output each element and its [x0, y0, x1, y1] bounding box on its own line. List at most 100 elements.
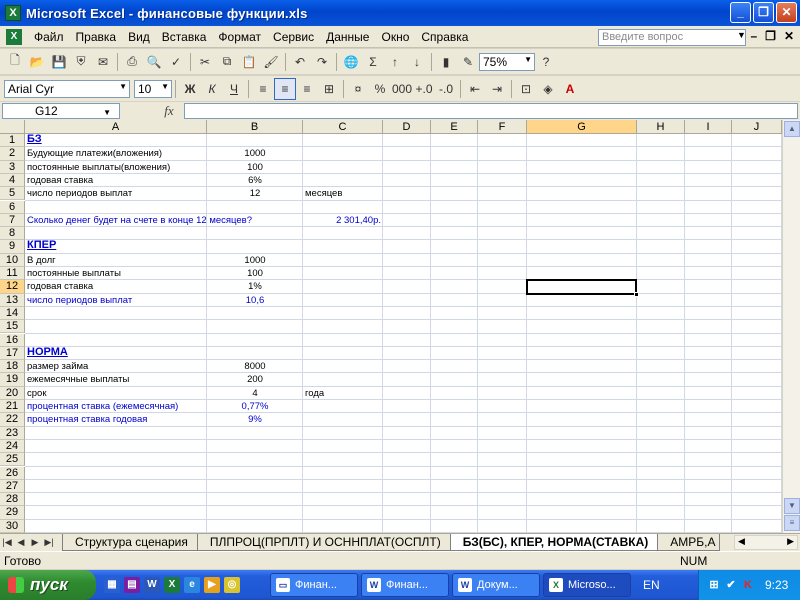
menu-format[interactable]: Формат: [212, 27, 267, 47]
chart-wizard-icon[interactable]: ▮: [435, 51, 457, 73]
internet-explorer-icon[interactable]: e: [184, 577, 200, 593]
cell-a20[interactable]: срок: [27, 387, 205, 400]
task-excel[interactable]: X Microso...: [543, 573, 631, 597]
select-all-corner[interactable]: [0, 120, 25, 134]
open-icon[interactable]: 📂: [26, 51, 48, 73]
currency-icon[interactable]: ¤: [347, 78, 369, 100]
cut-icon[interactable]: ✂: [194, 51, 216, 73]
language-indicator[interactable]: EN: [643, 578, 660, 592]
menu-help[interactable]: Справка: [415, 27, 474, 47]
next-sheet-icon[interactable]: ▶: [28, 537, 42, 548]
row-header[interactable]: 5: [0, 187, 25, 201]
row-header[interactable]: 26: [0, 466, 25, 480]
row-header[interactable]: 7: [0, 213, 25, 228]
cell-a4[interactable]: годовая ставка: [27, 174, 205, 187]
cell-a11[interactable]: постоянные выплаты: [27, 267, 205, 280]
undo-icon[interactable]: ↶: [289, 51, 311, 73]
row-header[interactable]: 24: [0, 439, 25, 454]
task-folder[interactable]: ▭ Финан...: [270, 573, 358, 597]
cell-a10[interactable]: В долг: [27, 254, 205, 267]
start-button[interactable]: пуск: [0, 570, 96, 600]
row-header[interactable]: 3: [0, 160, 25, 174]
bold-icon[interactable]: Ж: [179, 78, 201, 100]
help-icon[interactable]: ?: [535, 51, 557, 73]
align-right-icon[interactable]: ≡: [296, 78, 318, 100]
sheet-tab-amortization[interactable]: АМРБ,А: [657, 534, 721, 551]
excel-app-icon[interactable]: X: [5, 5, 21, 21]
scroll-up-icon[interactable]: ▲: [784, 121, 800, 137]
row-header[interactable]: 30: [0, 519, 25, 533]
cell-a21[interactable]: процентная ставка (ежемесячная): [27, 400, 205, 413]
spreadsheet-grid[interactable]: A B C D E F G H I J 1 2 3 4 5 6 7 8 9 10 11 12 13 14 15 16 17 18 19 2…: [0, 120, 782, 533]
doc-minimize-button[interactable]: –: [750, 29, 757, 43]
minimize-button[interactable]: _: [730, 2, 751, 23]
cell-b10[interactable]: 1000: [209, 254, 301, 267]
cell-b19[interactable]: 200: [209, 373, 301, 386]
fill-handle[interactable]: [634, 291, 639, 297]
quicklaunch-app-icon[interactable]: ◎: [224, 577, 240, 593]
menu-view[interactable]: Вид: [122, 27, 156, 47]
scroll-down-icon[interactable]: ▼: [784, 498, 800, 514]
autosum-icon[interactable]: Σ: [362, 51, 384, 73]
font-size-select[interactable]: 10 ▼: [134, 79, 172, 98]
column-header-e[interactable]: E: [431, 120, 478, 134]
fill-color-icon[interactable]: ◈: [537, 78, 559, 100]
increase-decimal-icon[interactable]: +.0: [413, 78, 435, 100]
column-header-i[interactable]: I: [685, 120, 732, 134]
quicklaunch-app-icon[interactable]: ▦: [104, 577, 120, 593]
cell-a12[interactable]: годовая ставка: [27, 280, 205, 293]
decrease-decimal-icon[interactable]: -.0: [435, 78, 457, 100]
row-header[interactable]: 11: [0, 267, 25, 281]
cell-a18[interactable]: размер займа: [27, 360, 205, 373]
row-header[interactable]: 22: [0, 413, 25, 427]
row-header[interactable]: 17: [0, 346, 25, 361]
font-color-icon[interactable]: A: [559, 78, 581, 100]
row-header[interactable]: 10: [0, 253, 25, 267]
row-header[interactable]: 8: [0, 227, 25, 241]
cell-b5[interactable]: 12: [209, 187, 301, 200]
spelling-icon[interactable]: ✓: [165, 51, 187, 73]
save-icon[interactable]: 💾: [48, 51, 70, 73]
row-header[interactable]: 18: [0, 360, 25, 374]
borders-icon[interactable]: ⊡: [515, 78, 537, 100]
cell-c7[interactable]: 2 301,40р.: [305, 214, 381, 227]
print-preview-icon[interactable]: 🔍: [143, 51, 165, 73]
redo-icon[interactable]: ↷: [311, 51, 333, 73]
cell-c5[interactable]: месяцев: [305, 187, 381, 200]
prev-sheet-icon[interactable]: ◀: [14, 537, 28, 548]
percent-icon[interactable]: %: [369, 78, 391, 100]
cell-b22[interactable]: 9%: [209, 413, 301, 426]
cell-a13[interactable]: число периодов выплат: [27, 294, 205, 307]
row-header[interactable]: 16: [0, 333, 25, 347]
cell-b4[interactable]: 6%: [209, 174, 301, 187]
column-header-f[interactable]: F: [478, 120, 527, 134]
cell-b11[interactable]: 100: [209, 267, 301, 280]
horizontal-scrollbar[interactable]: ◀ ▶: [734, 535, 798, 550]
doc-close-button[interactable]: ✕: [784, 29, 794, 43]
email-icon[interactable]: ✉: [92, 51, 114, 73]
row-header[interactable]: 14: [0, 306, 25, 321]
cell-a5[interactable]: число периодов выплат: [27, 187, 205, 200]
row-header[interactable]: 6: [0, 200, 25, 214]
task-word-2[interactable]: W Докум...: [452, 573, 540, 597]
row-header[interactable]: 15: [0, 320, 25, 334]
thousands-icon[interactable]: 000: [391, 78, 413, 100]
cell-a7[interactable]: Сколько денег будет на счете в конце 12 …: [27, 214, 252, 227]
sort-ascending-icon[interactable]: ↑: [384, 51, 406, 73]
function-icon[interactable]: fx: [154, 103, 184, 119]
network-icon[interactable]: ⊞: [707, 578, 721, 592]
cell-a3[interactable]: постоянные выплаты(вложения): [27, 161, 205, 174]
word-icon[interactable]: W: [144, 577, 160, 593]
column-header-d[interactable]: D: [383, 120, 431, 134]
cell-a22[interactable]: процентная ставка годовая: [27, 413, 205, 426]
row-header[interactable]: 29: [0, 506, 25, 520]
scroll-left-icon[interactable]: ◀: [738, 536, 745, 549]
chevron-down-icon[interactable]: ▼: [737, 30, 746, 40]
align-center-icon[interactable]: ≡: [274, 77, 296, 100]
cell-b13[interactable]: 10,6: [209, 294, 301, 307]
cell-a17[interactable]: НОРМА: [27, 346, 205, 359]
row-header[interactable]: 2: [0, 147, 25, 161]
cell-b18[interactable]: 8000: [209, 360, 301, 373]
column-header-g[interactable]: G: [527, 120, 637, 134]
sheet-tab-scenario[interactable]: Структура сценария: [62, 534, 201, 551]
